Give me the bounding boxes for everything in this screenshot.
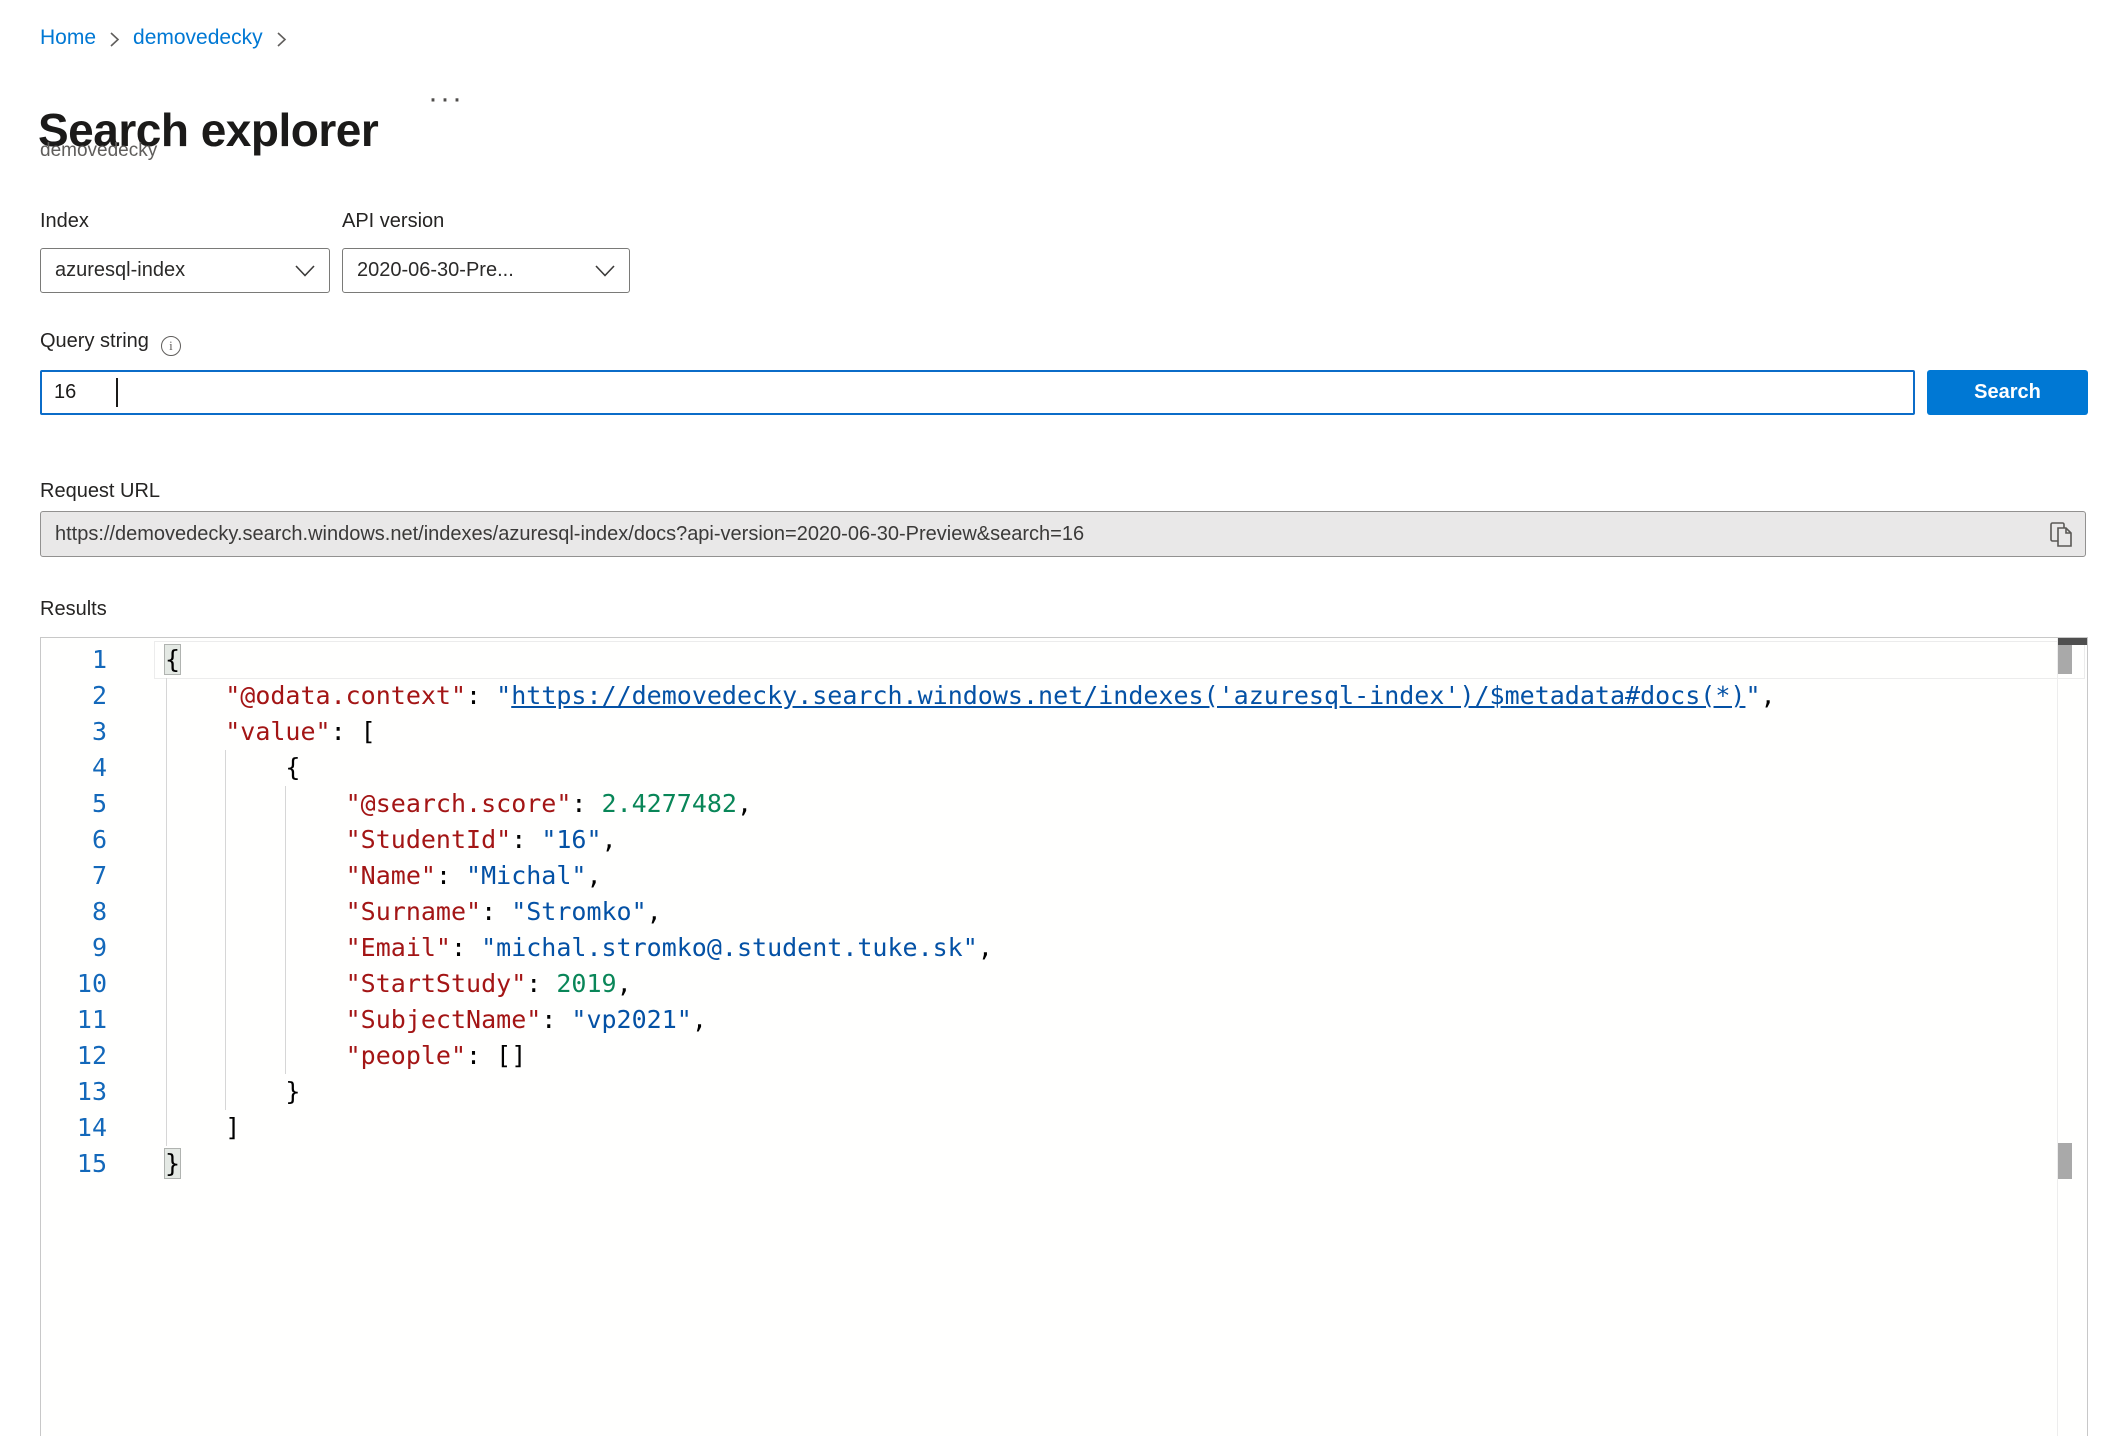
page-subtitle: demovedecky [40, 140, 157, 162]
overview-ruler-bracket-mark [2058, 645, 2072, 674]
api-version-select[interactable]: 2020-06-30-Pre... [342, 248, 630, 293]
request-url-field[interactable]: https://demovedecky.search.windows.net/i… [40, 511, 2086, 557]
code-text: } [107, 1074, 300, 1110]
code-line: 7 "Name": "Michal", [41, 858, 2087, 894]
code-line: 13 } [41, 1074, 2087, 1110]
code-line: 6 "StudentId": "16", [41, 822, 2087, 858]
code-text: { [107, 642, 180, 678]
line-number: 7 [41, 858, 107, 894]
code-line: 14 ] [41, 1110, 2087, 1146]
chevron-down-icon [595, 265, 615, 277]
code-line: 11 "SubjectName": "vp2021", [41, 1002, 2087, 1038]
query-input[interactable] [40, 370, 1915, 415]
index-select[interactable]: azuresql-index [40, 248, 330, 293]
code-lines: 1{2 "@odata.context": "https://demovedec… [41, 642, 2087, 1182]
breadcrumb: Home demovedecky [40, 26, 287, 50]
line-number: 8 [41, 894, 107, 930]
code-line: 9 "Email": "michal.stromko@.student.tuke… [41, 930, 2087, 966]
overview-ruler-bracket-mark [2058, 1143, 2072, 1179]
index-select-value: azuresql-index [55, 259, 185, 282]
results-label: Results [40, 598, 107, 621]
query-string-label: Query string i [40, 330, 181, 356]
code-line: 4 { [41, 750, 2087, 786]
line-number: 4 [41, 750, 107, 786]
line-number: 10 [41, 966, 107, 1002]
code-text: "people": [] [107, 1038, 526, 1074]
code-text: "@odata.context": "https://demovedecky.s… [107, 678, 1776, 714]
more-menu-button[interactable]: ··· [428, 84, 464, 114]
code-text: "Surname": "Stromko", [107, 894, 662, 930]
matched-bracket: { [165, 645, 180, 674]
api-version-label: API version [342, 210, 444, 233]
code-line: 10 "StartStudy": 2019, [41, 966, 2087, 1002]
line-number: 2 [41, 678, 107, 714]
breadcrumb-home-link[interactable]: Home [40, 26, 96, 50]
info-icon[interactable]: i [161, 336, 181, 356]
code-text: "StartStudy": 2019, [107, 966, 632, 1002]
line-number: 11 [41, 1002, 107, 1038]
chevron-right-icon [276, 31, 287, 48]
query-string-label-text: Query string [40, 330, 149, 352]
text-caret [116, 378, 118, 407]
code-text: } [107, 1146, 180, 1182]
chevron-down-icon [295, 265, 315, 277]
line-number: 6 [41, 822, 107, 858]
index-label: Index [40, 210, 89, 233]
api-version-select-value: 2020-06-30-Pre... [357, 259, 514, 282]
line-number: 9 [41, 930, 107, 966]
code-text: "StudentId": "16", [107, 822, 617, 858]
code-text: { [107, 750, 300, 786]
query-input-wrap [40, 370, 1915, 415]
breadcrumb-demovedecky-link[interactable]: demovedecky [133, 26, 263, 50]
line-number: 13 [41, 1074, 107, 1110]
code-line: 8 "Surname": "Stromko", [41, 894, 2087, 930]
line-number: 5 [41, 786, 107, 822]
code-line: 1{ [41, 642, 2087, 678]
chevron-right-icon [109, 31, 120, 48]
code-text: ] [107, 1110, 240, 1146]
line-number: 1 [41, 642, 107, 678]
line-number: 3 [41, 714, 107, 750]
line-number: 12 [41, 1038, 107, 1074]
search-explorer-page: Home demovedecky Search explorer ··· dem… [0, 0, 2102, 1436]
code-text: "Email": "michal.stromko@.student.tuke.s… [107, 930, 993, 966]
code-text: "SubjectName": "vp2021", [107, 1002, 707, 1038]
code-text: "Name": "Michal", [107, 858, 602, 894]
code-line: 3 "value": [ [41, 714, 2087, 750]
code-text: "@search.score": 2.4277482, [107, 786, 752, 822]
matched-bracket: } [165, 1149, 180, 1178]
code-line: 15} [41, 1146, 2087, 1182]
line-number: 15 [41, 1146, 107, 1182]
line-number: 14 [41, 1110, 107, 1146]
request-url-label: Request URL [40, 480, 160, 503]
request-url-value: https://demovedecky.search.windows.net/i… [55, 523, 1084, 546]
results-editor[interactable]: 1{2 "@odata.context": "https://demovedec… [40, 637, 2088, 1436]
code-line: 5 "@search.score": 2.4277482, [41, 786, 2087, 822]
code-line: 12 "people": [] [41, 1038, 2087, 1074]
overview-ruler-cursor-mark [2058, 638, 2087, 645]
code-line: 2 "@odata.context": "https://demovedecky… [41, 678, 2087, 714]
search-button[interactable]: Search [1927, 370, 2088, 415]
copy-icon[interactable] [2049, 522, 2075, 548]
odata-context-link[interactable]: https://demovedecky.search.windows.net/i… [511, 681, 1745, 710]
overview-ruler-edge [2057, 638, 2058, 1436]
code-text: "value": [ [107, 714, 376, 750]
results-editor-content: 1{2 "@odata.context": "https://demovedec… [41, 638, 2087, 1436]
